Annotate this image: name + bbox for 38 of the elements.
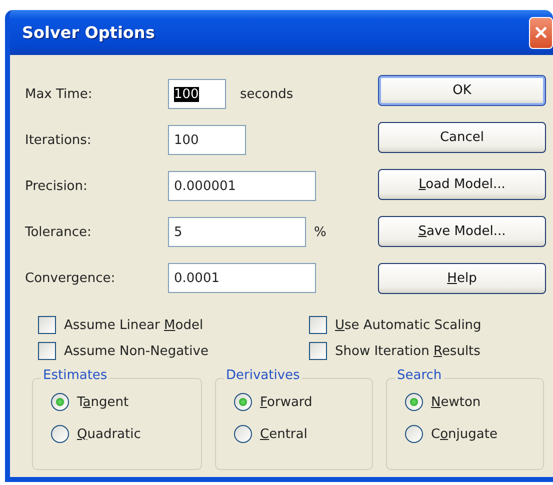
radio-button[interactable]: [234, 425, 252, 443]
dialog-button[interactable]: Load Model...: [378, 169, 546, 200]
field-label: Iterations:: [25, 132, 92, 148]
input-field[interactable]: 0.0001: [168, 263, 316, 293]
input-field[interactable]: 0.000001: [168, 171, 316, 201]
checkbox[interactable]: [309, 342, 327, 360]
dialog-button[interactable]: Cancel: [378, 122, 546, 153]
radio-label: Quadratic: [77, 426, 141, 442]
checkbox[interactable]: [38, 316, 56, 334]
input-field[interactable]: 100: [168, 79, 226, 109]
radio-button[interactable]: [51, 393, 69, 411]
checkbox-label: Use Automatic Scaling: [335, 318, 482, 332]
unit-label: %: [314, 224, 326, 240]
radio-label: Conjugate: [431, 426, 498, 442]
radio-label: Forward: [260, 394, 312, 410]
checkbox-label: Assume Linear Model: [64, 318, 204, 332]
checkbox[interactable]: [309, 316, 327, 334]
dialog-button[interactable]: OK: [378, 75, 546, 106]
checkbox-label: Assume Non-Negative: [64, 344, 208, 358]
checkbox-label: Show Iteration Results: [335, 344, 480, 358]
unit-label: seconds: [240, 86, 294, 102]
radio-button[interactable]: [234, 393, 252, 411]
field-label: Max Time:: [25, 86, 94, 102]
radio-label: Central: [260, 426, 308, 442]
input-field[interactable]: 100: [168, 125, 246, 155]
field-label: Tolerance:: [25, 224, 92, 240]
field-label: Convergence:: [25, 270, 116, 286]
radio-label: Newton: [431, 394, 481, 410]
radio-button[interactable]: [405, 393, 423, 411]
window-title: Solver Options: [22, 23, 155, 42]
radio-button[interactable]: [405, 425, 423, 443]
field-label: Precision:: [25, 178, 88, 194]
dialog-button[interactable]: Save Model...: [378, 216, 546, 247]
checkbox[interactable]: [38, 342, 56, 360]
radio-button[interactable]: [51, 425, 69, 443]
input-field[interactable]: 5: [168, 217, 306, 247]
dialog-button[interactable]: Help: [378, 263, 546, 294]
radio-label: Tangent: [77, 394, 129, 410]
